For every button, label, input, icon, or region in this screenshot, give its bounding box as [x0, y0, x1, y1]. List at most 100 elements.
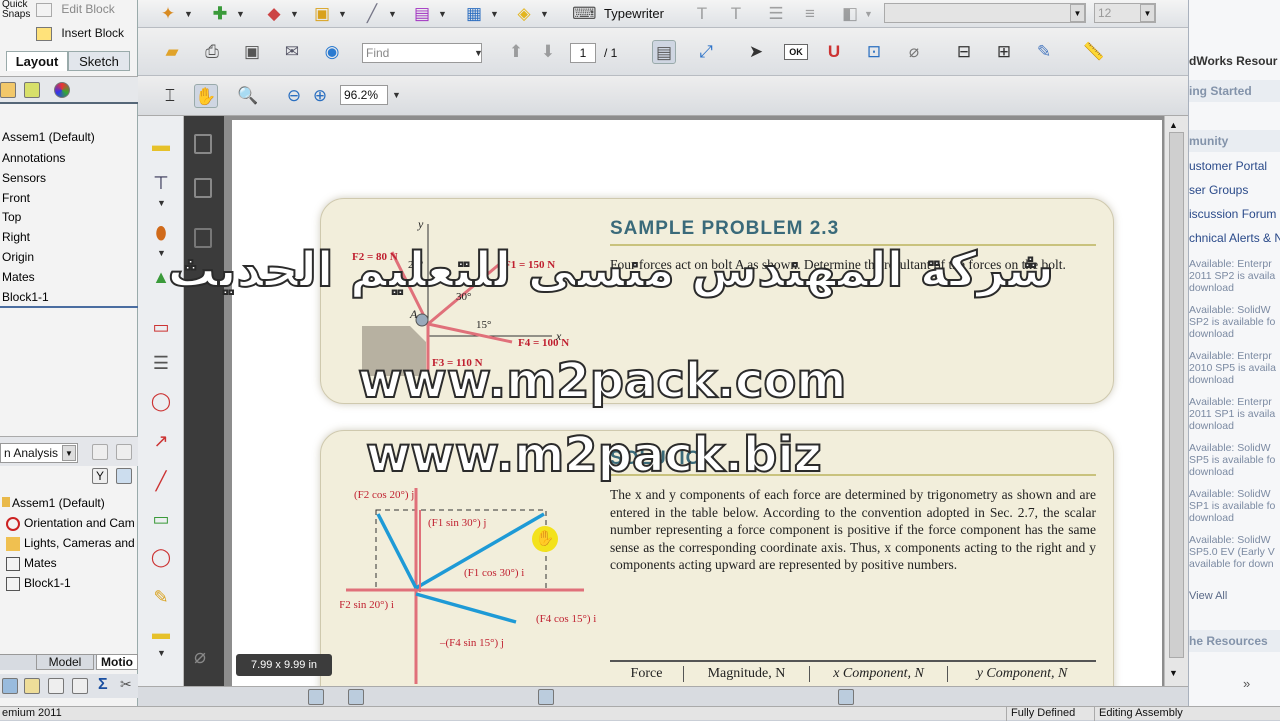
tree-item-front[interactable]: Front	[2, 191, 30, 205]
customer-portal-link[interactable]: ustomer Portal	[1189, 160, 1267, 172]
chevron-down-icon[interactable]: ▼	[392, 90, 401, 100]
motion-tree-assembly[interactable]: Assem1 (Default)	[2, 496, 105, 510]
sum-icon[interactable]: Σ	[98, 676, 108, 694]
chevron-down-icon[interactable]: ▼	[290, 9, 299, 19]
view-all-link[interactable]: View All	[1189, 590, 1227, 602]
ruler-icon[interactable]: 📏	[1082, 40, 1106, 64]
chevron-down-icon[interactable]: ▼	[62, 445, 76, 461]
chevron-down-icon[interactable]: ▼	[338, 9, 347, 19]
add-key-icon[interactable]	[24, 678, 40, 694]
rectangle-icon[interactable]: ▭	[150, 508, 172, 530]
view-iso-icon[interactable]	[838, 689, 854, 705]
quick-snaps-button[interactable]: Quick Snaps	[0, 0, 30, 26]
page-number-input[interactable]: 1	[570, 43, 596, 63]
scroll-up-icon[interactable]: ▲	[1169, 120, 1178, 130]
user-groups-link[interactable]: ser Groups	[1189, 184, 1248, 196]
edit-block-button[interactable]: Edit Block	[36, 2, 136, 20]
share-icon[interactable]: ◉	[320, 40, 344, 64]
motion-tree-orientation[interactable]: Orientation and Cam	[6, 516, 135, 531]
text-box-icon[interactable]: ⊤	[150, 172, 172, 194]
expand-icon[interactable]: »	[1243, 676, 1250, 691]
add-icon[interactable]: ✚	[208, 2, 232, 26]
edit-form-icon[interactable]: ✎	[1032, 40, 1056, 64]
tools-icon[interactable]: ✂	[120, 676, 132, 693]
lock-icon[interactable]: ▣	[310, 2, 334, 26]
fit-width-icon[interactable]: ▤	[652, 40, 676, 64]
chevron-down-icon[interactable]: ▼	[474, 48, 483, 58]
attach-icon[interactable]: ⌀	[902, 40, 926, 64]
chevron-down-icon[interactable]: ▼	[157, 198, 166, 208]
chevron-down-icon[interactable]: ▼	[1070, 4, 1085, 22]
chevron-down-icon[interactable]: ▼	[157, 248, 166, 258]
motion-tree-lights[interactable]: Lights, Cameras and	[6, 536, 135, 551]
getting-started-heading[interactable]: ing Started	[1189, 80, 1280, 102]
chevron-down-icon[interactable]: ▼	[184, 9, 193, 19]
text-select-icon[interactable]: ⌶	[158, 84, 182, 108]
tree-item-right[interactable]: Right	[2, 230, 30, 244]
shapes-icon[interactable]: ◆	[262, 2, 286, 26]
field-icon[interactable]: ⊞	[992, 40, 1016, 64]
previous-page-icon[interactable]: ⬆	[504, 40, 528, 64]
chevron-down-icon[interactable]: ▼	[157, 648, 166, 658]
zoom-in-icon[interactable]: ⊕	[308, 84, 332, 108]
alert-item[interactable]: Available: SolidW SP2 is available fo do…	[1189, 304, 1275, 340]
typewriter-button[interactable]: Typewriter	[604, 6, 664, 21]
view-right-icon[interactable]	[538, 689, 554, 705]
filter-options-icon[interactable]	[116, 468, 132, 484]
table-icon[interactable]	[72, 678, 88, 694]
hand-tool-icon[interactable]: ✋	[194, 84, 218, 108]
scroll-thumb[interactable]	[1169, 132, 1184, 658]
markup-icon[interactable]: ▭	[150, 316, 172, 338]
comment-icon[interactable]: ▬	[150, 622, 172, 644]
tree-item-sensors[interactable]: Sensors	[2, 171, 46, 185]
alert-item[interactable]: Available: SolidW SP1 is available fo do…	[1189, 488, 1275, 524]
motion-tree-mates[interactable]: Mates	[6, 556, 57, 571]
alert-item[interactable]: Available: SolidW SP5.0 EV (Early V avai…	[1189, 534, 1275, 570]
typewriter-icon[interactable]: ⌨	[572, 2, 597, 26]
chevron-down-icon[interactable]: ▼	[540, 9, 549, 19]
alert-item[interactable]: Available: Enterpr 2011 SP1 is availa do…	[1189, 396, 1275, 432]
feature-manager-icon[interactable]	[0, 82, 16, 98]
fit-page-icon[interactable]: ⤢	[694, 40, 718, 64]
resources-heading[interactable]: he Resources	[1189, 630, 1280, 652]
save-icon[interactable]: ▣	[240, 40, 264, 64]
select-arrow-icon[interactable]: ➤	[744, 40, 768, 64]
tree-item-mates[interactable]: Mates	[2, 270, 35, 284]
next-page-icon[interactable]: ⬇	[536, 40, 560, 64]
tree-item-block[interactable]: Block1-1	[2, 290, 49, 304]
view-front-icon[interactable]	[308, 689, 324, 705]
chevron-down-icon[interactable]: ▼	[438, 9, 447, 19]
property-manager-icon[interactable]	[24, 82, 40, 98]
chevron-down-icon[interactable]: ▼	[490, 9, 499, 19]
tab-sketch[interactable]: Sketch	[68, 51, 130, 71]
tab-layout[interactable]: Layout	[6, 51, 68, 71]
filter-icon[interactable]: Y	[92, 468, 108, 484]
tree-item-annotations[interactable]: Annotations	[2, 151, 65, 165]
stamp-tool-icon[interactable]: ✦	[156, 2, 180, 26]
text-box-icon[interactable]: ⊟	[952, 40, 976, 64]
ellipse-icon[interactable]: ◯	[150, 546, 172, 568]
chevron-down-icon[interactable]: ▼	[388, 9, 397, 19]
sticky-note-icon[interactable]: ▬	[150, 134, 172, 156]
zoom-level-input[interactable]: 96.2%	[340, 85, 388, 105]
motion-tree-block[interactable]: Block1-1	[6, 576, 71, 591]
alert-item[interactable]: Available: Enterpr 2011 SP2 is availa do…	[1189, 258, 1275, 294]
crop-icon[interactable]: ⊡	[862, 40, 886, 64]
alert-item[interactable]: Available: Enterpr 2010 SP5 is availa do…	[1189, 350, 1276, 386]
play-forward-icon[interactable]	[116, 444, 132, 460]
tab-model[interactable]: Model	[36, 654, 94, 670]
community-heading[interactable]: munity	[1189, 130, 1280, 152]
find-input[interactable]: Find	[362, 43, 482, 63]
font-family-select[interactable]	[884, 3, 1086, 23]
scroll-down-icon[interactable]: ▼	[1169, 668, 1178, 678]
pencil-icon[interactable]: ✎	[150, 586, 172, 608]
discussion-forum-link[interactable]: iscussion Forum	[1189, 208, 1276, 220]
pages-icon[interactable]	[194, 134, 212, 154]
alert-item[interactable]: Available: SolidW SP5 is available fo do…	[1189, 442, 1275, 478]
key-point-icon[interactable]	[2, 678, 18, 694]
horizontal-scrollbar[interactable]: ✕	[138, 686, 1218, 706]
insert-block-button[interactable]: Insert Block	[36, 26, 136, 44]
check-icon[interactable]	[48, 678, 64, 694]
zoom-out-icon[interactable]: ⊖	[282, 84, 306, 108]
view-top-icon[interactable]	[348, 689, 364, 705]
